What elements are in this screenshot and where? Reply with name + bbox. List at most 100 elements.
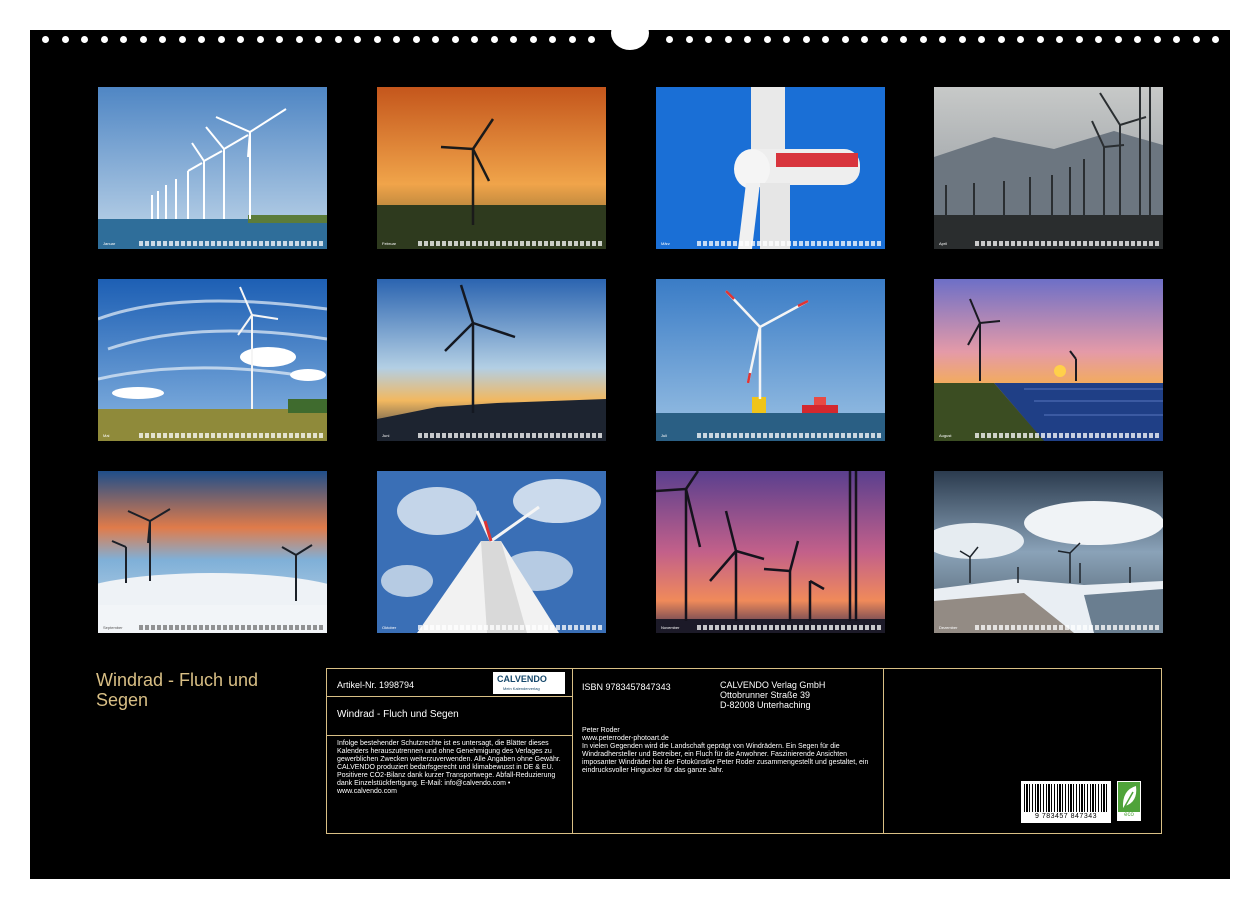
- binding-ring: [373, 36, 381, 43]
- binding-ring: [1173, 36, 1180, 43]
- month-label: Juli: [661, 432, 668, 438]
- binding-ring: [393, 36, 400, 43]
- turbine-wispy-clouds-field-image: [98, 279, 327, 441]
- binding-ring: [822, 36, 829, 43]
- binding-ring: [1153, 36, 1161, 43]
- divider: [883, 669, 884, 833]
- month-photo-february[interactable]: Februar: [377, 87, 606, 249]
- hanger-notch: [611, 16, 649, 50]
- month-label: April: [939, 240, 948, 246]
- month-label: August: [939, 432, 952, 438]
- month-photo-january[interactable]: Januar: [98, 87, 327, 249]
- calendar-title: Windrad - Fluch und Segen: [96, 670, 259, 710]
- binding-ring: [1095, 36, 1102, 43]
- month-grid: August: [934, 431, 1163, 439]
- binding-ring: [276, 36, 283, 43]
- binding-ring: [237, 36, 244, 43]
- binding-ring: [217, 36, 225, 43]
- month-photo-may[interactable]: Mai: [98, 279, 327, 441]
- month-photo-april[interactable]: April: [934, 87, 1163, 249]
- month-label: November: [661, 624, 680, 630]
- month-label: September: [103, 624, 123, 630]
- binding-ring: [685, 36, 693, 43]
- binding-ring: [198, 36, 205, 43]
- month-label: Oktober: [382, 624, 397, 630]
- binding-ring: [568, 36, 576, 43]
- binding-ring: [978, 36, 985, 43]
- barcode-number: 9 783457 847343: [1035, 813, 1097, 820]
- binding-ring: [724, 36, 732, 43]
- binding-ring: [256, 36, 264, 43]
- binding-ring: [100, 36, 108, 43]
- nacelle-closeup-blue-sky-image: [656, 87, 885, 249]
- barcode: 9 783457 847343: [1021, 781, 1111, 823]
- divider: [327, 735, 572, 736]
- publisher-city: D-82008 Unterhaching: [720, 700, 811, 710]
- month-photo-july[interactable]: Juli: [656, 279, 885, 441]
- author: Peter Roder: [582, 727, 620, 734]
- day-cells: [975, 240, 1159, 246]
- binding-ring: [861, 36, 868, 43]
- article-number: Artikel-Nr. 1998794: [337, 680, 415, 690]
- binding-ring: [295, 36, 303, 43]
- month-photo-june[interactable]: Juni: [377, 279, 606, 441]
- day-cells: [697, 432, 881, 438]
- month-grid: Dezember: [934, 623, 1163, 631]
- binding-ring: [432, 36, 439, 43]
- calendar-description: In vielen Gegenden wird die Landschaft g…: [582, 743, 869, 774]
- month-grid: November: [656, 623, 885, 631]
- month-label: Mai: [103, 432, 110, 438]
- day-cells: [975, 432, 1159, 438]
- binding-ring: [763, 36, 771, 43]
- box-title: Windrad - Fluch und Segen: [337, 709, 459, 720]
- day-cells: [139, 624, 323, 630]
- month-grid: April: [934, 239, 1163, 247]
- single-turbine-orange-sunset-image: [377, 87, 606, 249]
- day-cells: [139, 432, 323, 438]
- binding-ring: [802, 36, 810, 43]
- binding-ring: [1192, 36, 1200, 43]
- month-photo-march[interactable]: März: [656, 87, 885, 249]
- day-cells: [139, 240, 323, 246]
- binding-ring: [1075, 36, 1083, 43]
- month-photo-october[interactable]: Oktober: [377, 471, 606, 633]
- logo-name: CALVENDO: [497, 674, 547, 684]
- binding-ring: [841, 36, 849, 43]
- binding-ring: [61, 36, 69, 43]
- day-cells: [697, 240, 881, 246]
- eco-label: eco: [1117, 781, 1141, 821]
- turbines-above-fog-image: [98, 471, 327, 633]
- row-of-turbines-coast-image: [98, 87, 327, 249]
- legal-notice: Infolge bestehender Schutzrechte ist es …: [337, 740, 561, 795]
- turbine-solar-park-sunset-image: [934, 279, 1163, 441]
- turbine-silhouettes-pink-sky-image: [656, 471, 885, 633]
- author-website: www.peterroder-photoart.de: [582, 735, 669, 742]
- month-grid: März: [656, 239, 885, 247]
- binding-ring: [958, 36, 966, 43]
- binding-ring: [412, 36, 420, 43]
- logo-tagline: Mein Kalenderverlag: [503, 686, 540, 691]
- binding-ring: [880, 36, 888, 43]
- month-label: Dezember: [939, 624, 958, 630]
- product-info-box: Artikel-Nr. 1998794 CALVENDO Mein Kalend…: [326, 668, 1162, 834]
- month-photo-august[interactable]: August: [934, 279, 1163, 441]
- month-label: Juni: [382, 432, 390, 438]
- turbines-misty-mountains-image: [934, 87, 1163, 249]
- binding-ring: [315, 36, 322, 43]
- binding-ring: [1114, 36, 1122, 43]
- isbn: ISBN 9783457847343: [582, 682, 671, 692]
- binding-ring: [334, 36, 342, 43]
- binding-ring: [900, 36, 907, 43]
- month-photo-november[interactable]: November: [656, 471, 885, 633]
- leaf-icon: [1118, 782, 1140, 812]
- month-grid: Mai: [98, 431, 327, 439]
- day-cells: [697, 624, 881, 630]
- binding-ring: [1036, 36, 1044, 43]
- month-photo-september[interactable]: September: [98, 471, 327, 633]
- binding-ring: [471, 36, 478, 43]
- month-grid: Februar: [377, 239, 606, 247]
- publisher-street: Ottobrunner Straße 39: [720, 690, 811, 700]
- month-photo-december[interactable]: Dezember: [934, 471, 1163, 633]
- looking-up-tower-clouds-image: [377, 471, 606, 633]
- calendar-back-sheet: Januar Februar März April Mai Juni Juli …: [30, 16, 1230, 879]
